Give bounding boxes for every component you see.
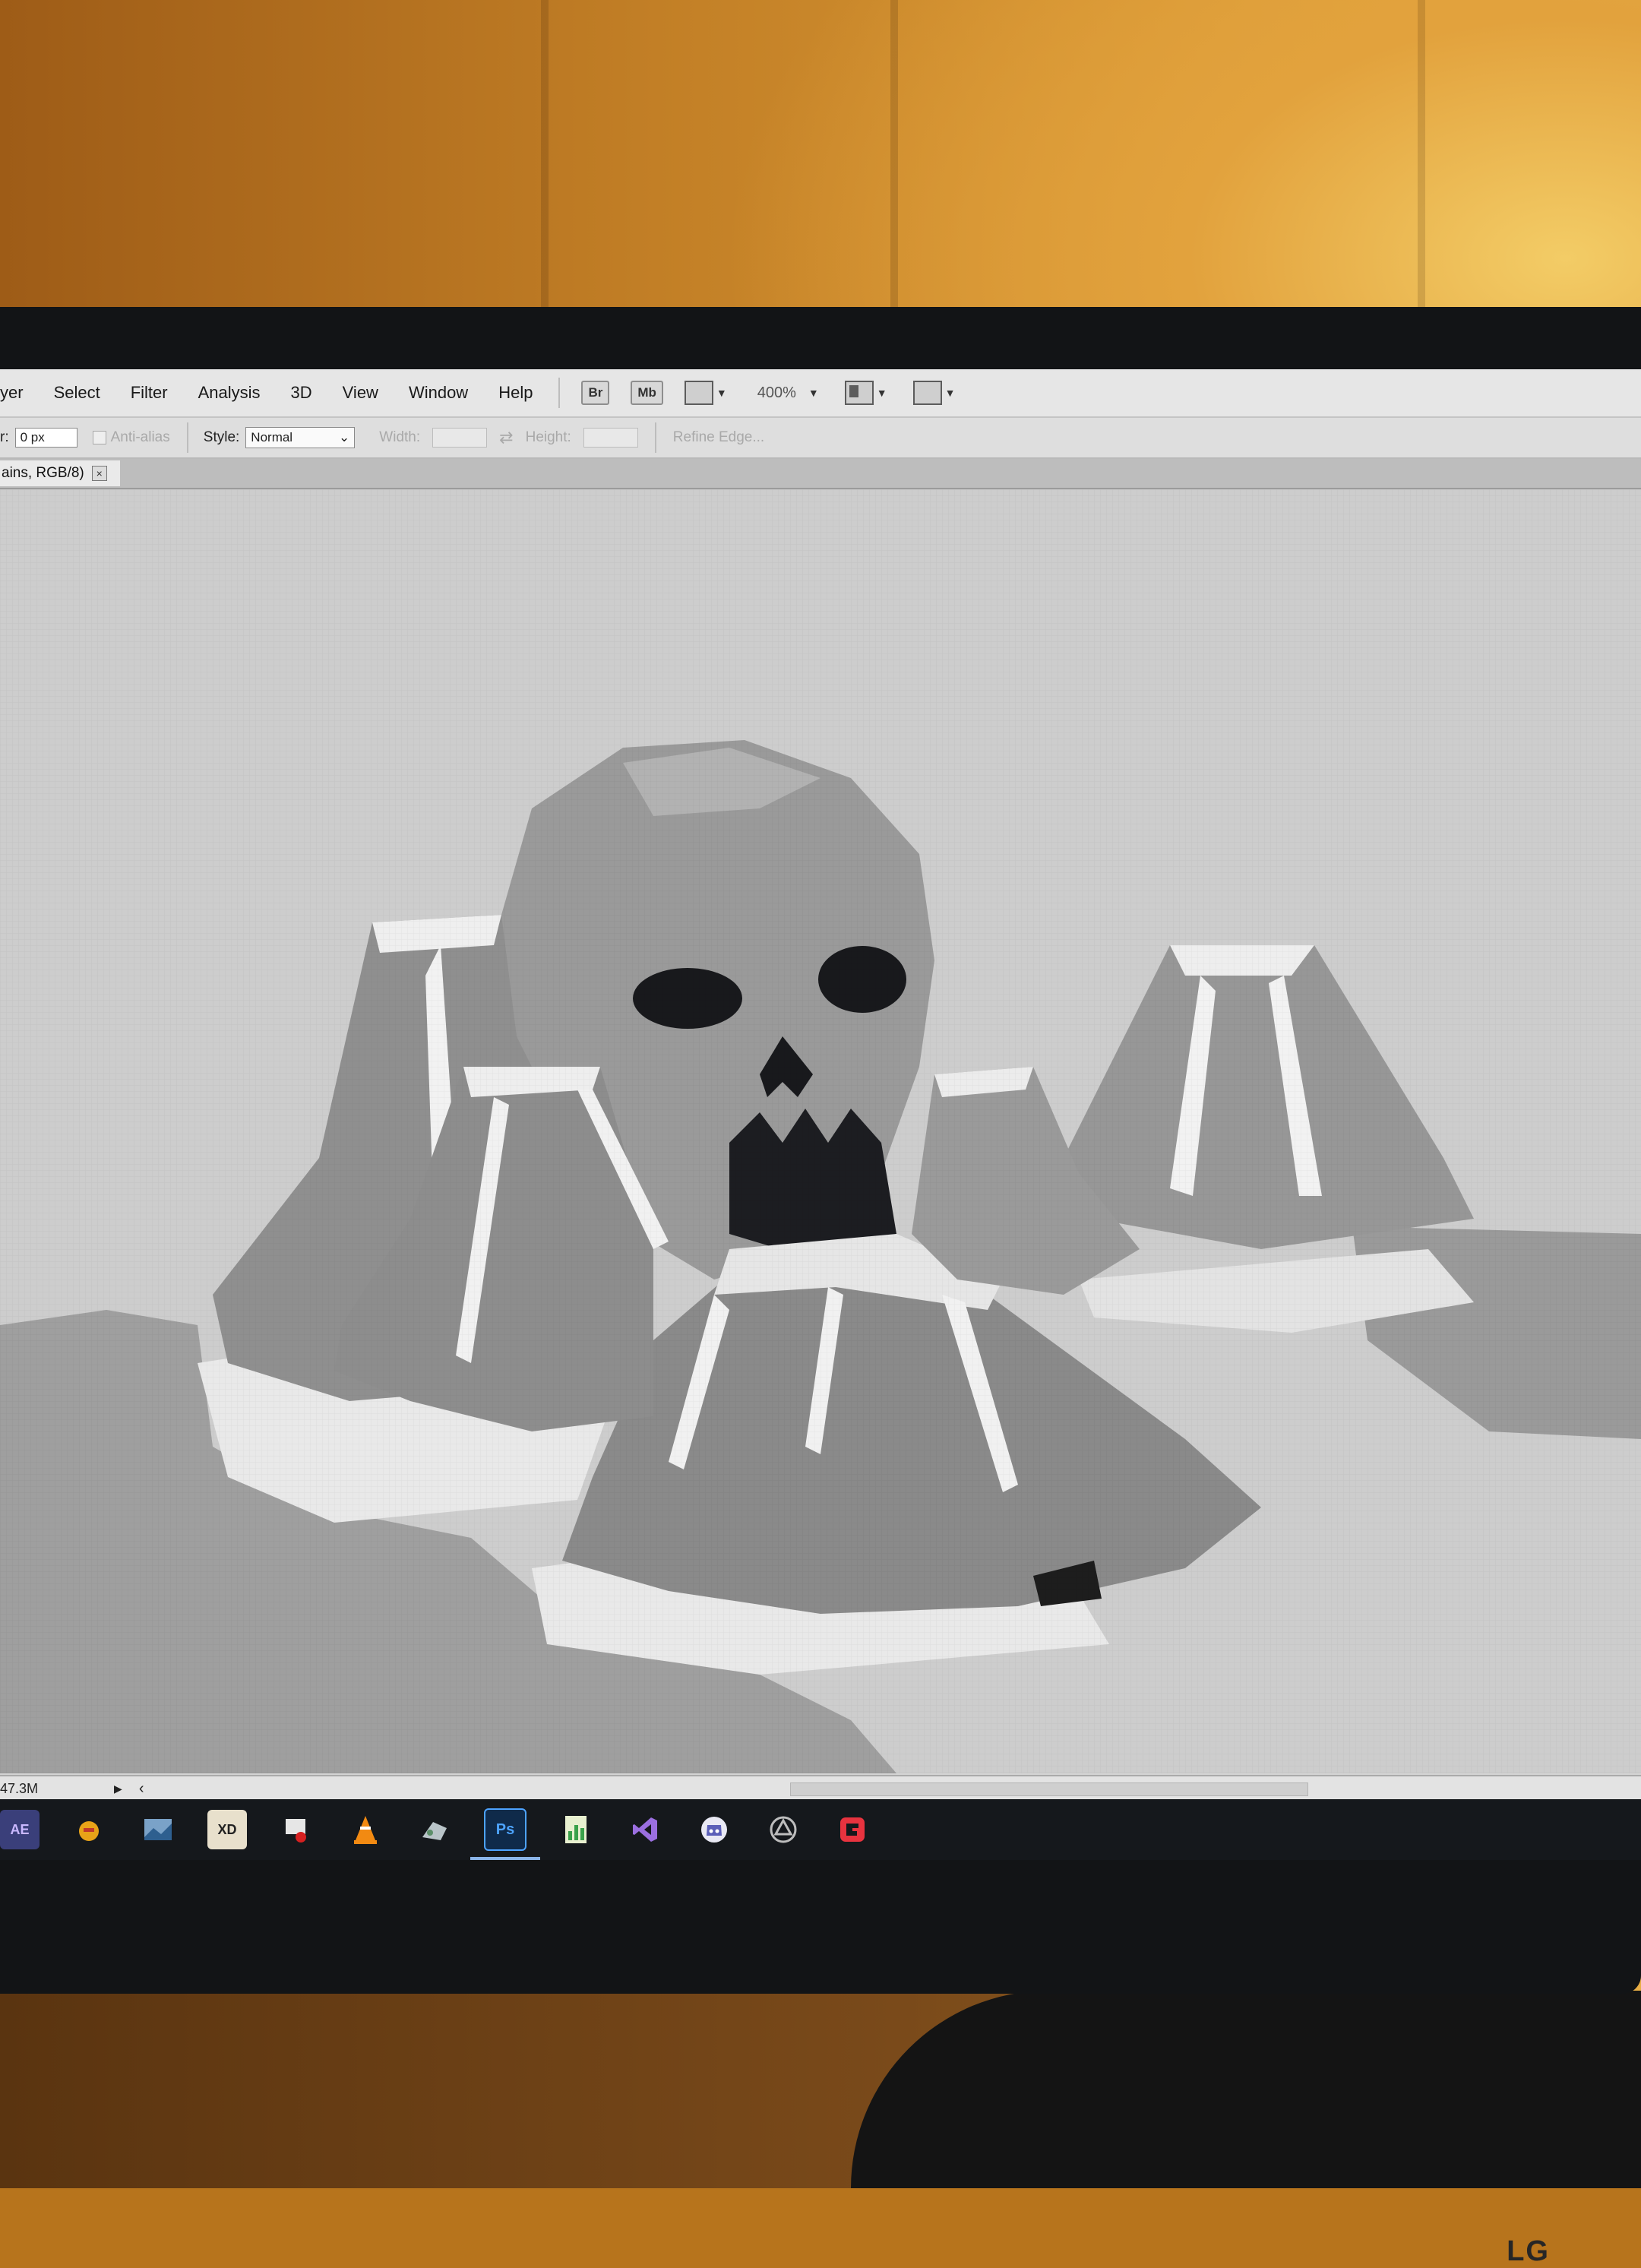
refine-edge-button[interactable]: Refine Edge... [667, 429, 770, 446]
discord-like-icon[interactable] [694, 1810, 734, 1849]
arrange-dropdown-icon[interactable]: ▼ [877, 387, 887, 399]
view-extras-dropdown-icon[interactable]: ▼ [716, 387, 727, 399]
screen-mode-dropdown-icon[interactable]: ▼ [945, 387, 956, 399]
chart-app-glyph [565, 1816, 587, 1843]
monitor-stand [851, 1991, 1641, 2188]
game-maker-icon[interactable] [833, 1810, 872, 1849]
game-app-glyph [79, 1821, 99, 1841]
menubar-separator [558, 378, 561, 408]
scroll-left-icon[interactable]: ‹ [139, 1780, 144, 1798]
game-maker-glyph [840, 1817, 865, 1842]
photoshop-icon-label: Ps [495, 1820, 515, 1838]
status-bar: 47.3M ▶ ‹ [0, 1775, 1641, 1801]
pixel-grid-overlay [0, 489, 1641, 1773]
menu-view[interactable]: View [327, 383, 394, 403]
photoshop-icon[interactable]: Ps [470, 1808, 540, 1860]
height-input[interactable] [583, 428, 638, 448]
style-select-value: Normal [251, 430, 293, 444]
zoom-level[interactable]: 400% [757, 384, 796, 402]
close-icon[interactable]: × [91, 466, 107, 481]
menu-analysis[interactable]: Analysis [183, 383, 276, 403]
unity-glyph [770, 1816, 797, 1843]
after-effects-icon[interactable]: AE [0, 1810, 40, 1849]
view-extras-icon[interactable] [684, 381, 713, 405]
tiled-glyph [144, 1819, 172, 1840]
after-effects-icon-label: AE [10, 1821, 30, 1837]
swap-dimensions-icon[interactable]: ⇄ [493, 428, 519, 448]
screen: yer Select Filter Analysis 3D View Windo… [0, 369, 1641, 1860]
feather-label: r: [0, 429, 9, 445]
paint-glyph [422, 1822, 447, 1840]
width-input[interactable] [432, 428, 488, 448]
visual-studio-glyph [633, 1817, 657, 1842]
visual-studio-icon[interactable] [625, 1810, 665, 1849]
style-label: Style: [203, 429, 240, 445]
feather-input[interactable]: 0 px [14, 428, 77, 448]
screen-mode-icon[interactable] [912, 381, 942, 405]
menu-help[interactable]: Help [483, 383, 548, 403]
bridge-button[interactable]: Br [581, 381, 610, 405]
screen-recorder-icon[interactable] [277, 1810, 316, 1849]
options-bar: r: 0 px Anti-alias Style: Normal ⌄ Width… [0, 418, 1641, 459]
menubar: yer Select Filter Analysis 3D View Windo… [0, 369, 1641, 418]
height-label: Height: [525, 429, 571, 445]
menu-filter[interactable]: Filter [115, 383, 183, 403]
tiled-map-editor-icon[interactable] [138, 1810, 178, 1849]
vlc-glyph [354, 1816, 377, 1844]
canvas-area[interactable] [0, 489, 1641, 1773]
anti-alias-checkbox[interactable] [92, 431, 106, 444]
monitor-brand-logo: LG [1507, 2235, 1550, 2267]
document-size-readout: 47.3M [0, 1780, 39, 1796]
discord-like-glyph [701, 1817, 727, 1843]
chart-app-icon[interactable] [556, 1810, 596, 1849]
recorder-glyph [286, 1819, 306, 1843]
width-label: Width: [379, 429, 421, 445]
menu-select[interactable]: Select [39, 383, 115, 403]
xd-app-icon[interactable]: XD [207, 1810, 247, 1849]
minibridge-button[interactable]: Mb [631, 381, 663, 405]
xd-app-icon-label: XD [217, 1821, 237, 1837]
document-tab[interactable]: ains, RGB/8) × [0, 460, 120, 486]
status-menu-arrow-icon[interactable]: ▶ [114, 1782, 122, 1795]
menu-3d[interactable]: 3D [276, 383, 327, 403]
options-separator [186, 422, 188, 453]
vlc-cone-icon[interactable] [346, 1810, 385, 1849]
game-app-icon[interactable] [69, 1810, 109, 1849]
taskbar: AE XD Ps [0, 1799, 1641, 1860]
chevron-down-icon: ⌄ [339, 430, 350, 444]
document-tab-bar: ains, RGB/8) × [0, 459, 1641, 489]
style-select[interactable]: Normal ⌄ [245, 427, 356, 448]
unity-icon[interactable] [764, 1810, 803, 1849]
horizontal-scrollbar[interactable] [790, 1782, 1308, 1796]
options-separator-2 [654, 422, 656, 453]
zoom-dropdown-icon[interactable]: ▼ [808, 387, 819, 399]
arrange-documents-icon[interactable] [844, 381, 874, 405]
anti-alias-label: Anti-alias [110, 429, 170, 445]
document-tab-title: ains, RGB/8) [2, 465, 84, 481]
artwork-canvas [0, 489, 1641, 1773]
paint-app-icon[interactable] [415, 1810, 454, 1849]
menu-layer[interactable]: yer [0, 383, 39, 403]
menu-window[interactable]: Window [394, 383, 483, 403]
